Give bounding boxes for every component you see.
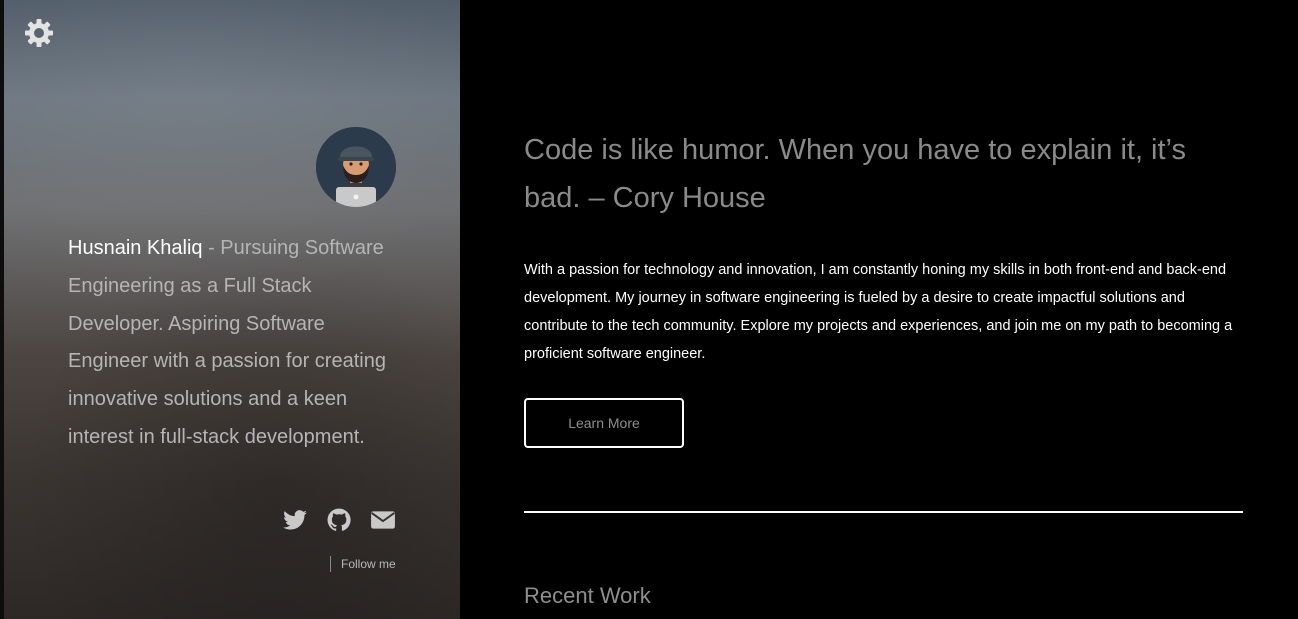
sidebar: Husnain Khaliq - Pursuing Software Engin… [0, 0, 460, 619]
sidebar-edge [0, 0, 4, 619]
bio: Husnain Khaliq - Pursuing Software Engin… [68, 230, 408, 457]
github-icon[interactable] [326, 507, 352, 533]
email-icon[interactable] [370, 507, 396, 533]
follow-me-label: Follow me [330, 556, 396, 572]
bio-text: - Pursuing Software Engineering as a Ful… [68, 237, 386, 448]
hero-quote: Code is like humor. When you have to exp… [524, 134, 1186, 214]
learn-more-button[interactable]: Learn More [524, 398, 684, 448]
recent-work-heading: Recent Work [524, 583, 651, 608]
page: Husnain Khaliq - Pursuing Software Engin… [0, 0, 1298, 619]
main-content: Code is like humor. When you have to exp… [524, 0, 1244, 619]
avatar-memoji-icon [316, 127, 396, 207]
section-divider [524, 511, 1243, 513]
intro-paragraph: With a passion for technology and innova… [524, 262, 1233, 362]
gear-icon[interactable] [22, 16, 56, 50]
profile-name: Husnain Khaliq [68, 237, 203, 259]
twitter-icon[interactable] [282, 507, 308, 533]
social-links [282, 506, 396, 534]
